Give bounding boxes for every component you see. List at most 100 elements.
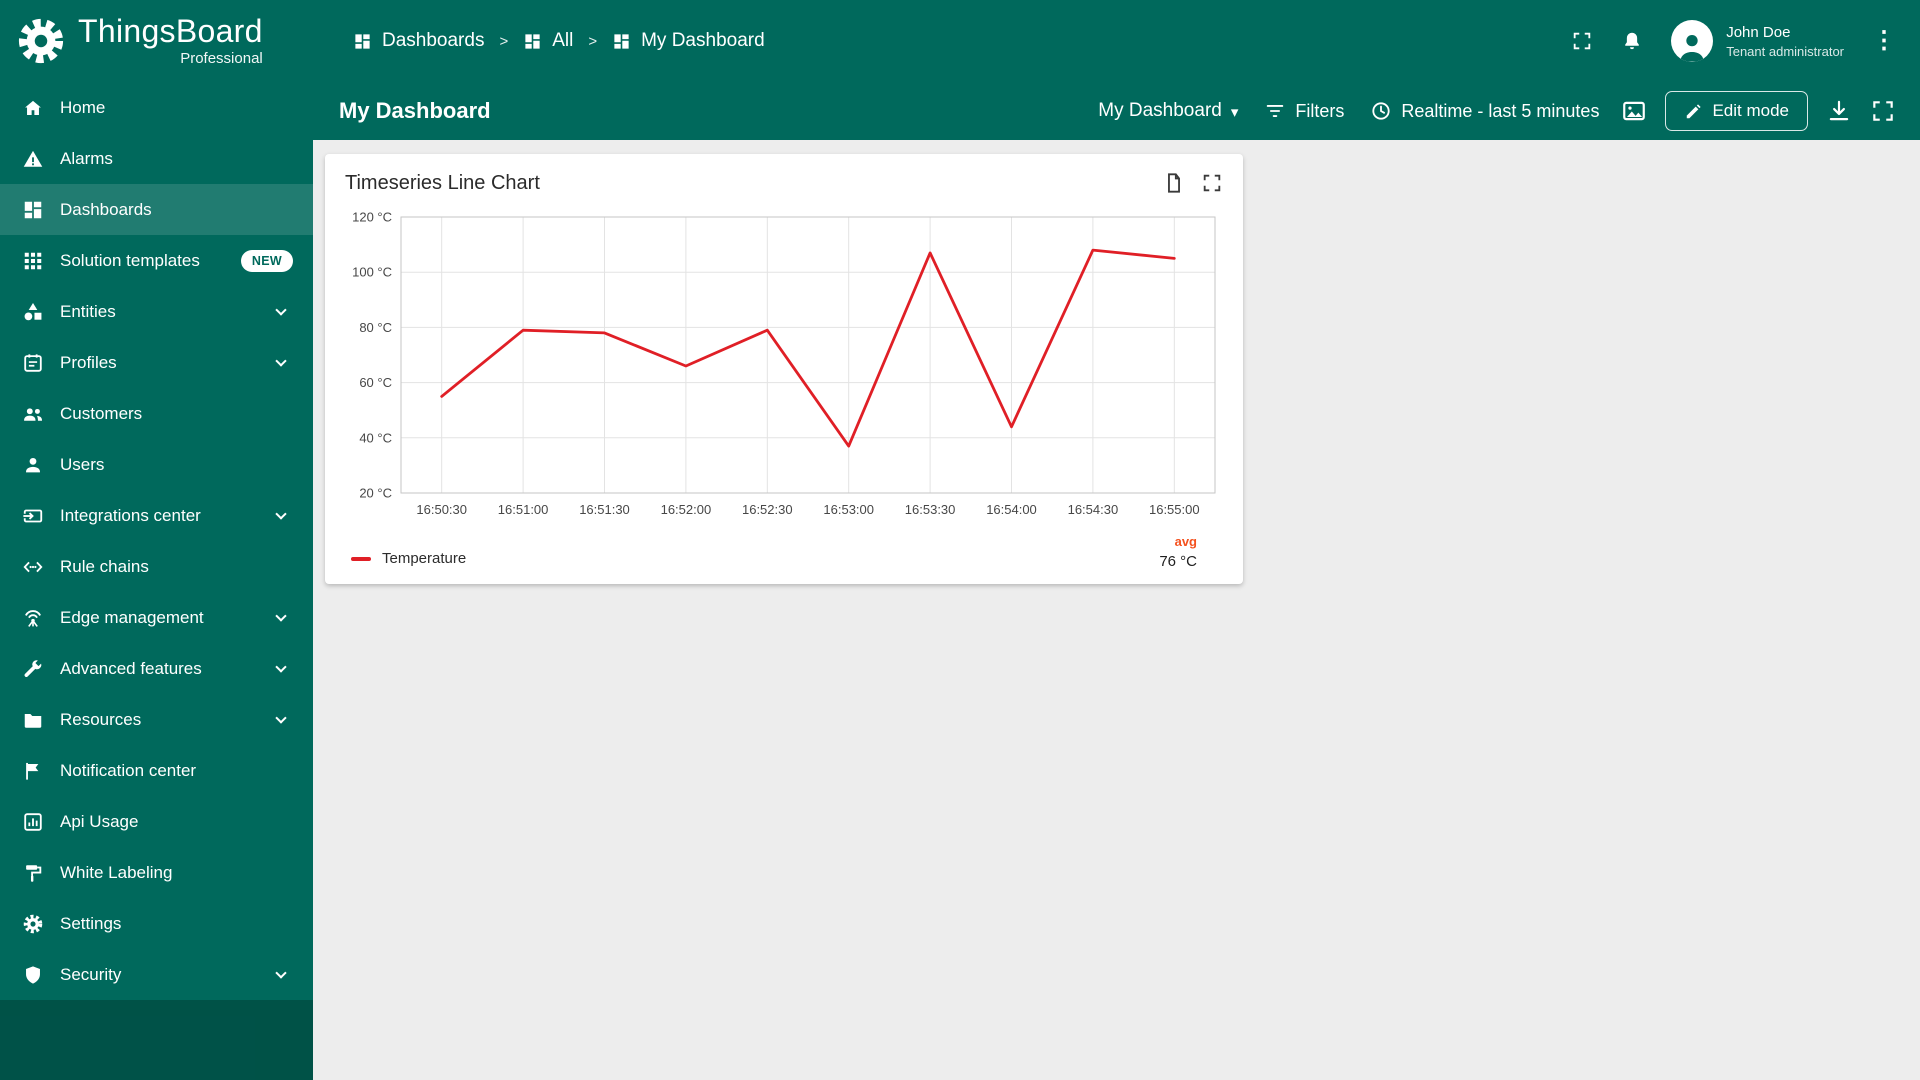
fullscreen-icon: [1203, 174, 1221, 192]
aggregation-value: 76 °C: [1159, 553, 1197, 570]
edit-mode-button[interactable]: Edit mode: [1665, 91, 1808, 131]
widget-fullscreen-button[interactable]: [1201, 172, 1223, 194]
breadcrumb-item-all[interactable]: All: [523, 30, 573, 52]
image-gallery-button[interactable]: [1621, 98, 1647, 124]
sidebar-item-home[interactable]: Home: [0, 82, 313, 133]
widget-export-button[interactable]: [1163, 172, 1185, 194]
sidebar-item-label: Security: [60, 964, 122, 984]
more-menu-button[interactable]: ⋮: [1872, 29, 1896, 53]
integrations-icon: [23, 509, 43, 522]
app-name: ThingsBoard: [78, 13, 263, 49]
sidebar-item-dashboards[interactable]: Dashboards: [0, 184, 313, 235]
sidebar-item-api-usage[interactable]: Api Usage: [0, 796, 313, 847]
warning-icon: [23, 150, 43, 167]
home-icon: [25, 100, 41, 115]
user-icon: [26, 457, 40, 472]
svg-text:16:52:00: 16:52:00: [661, 502, 712, 517]
filters-button[interactable]: Filters: [1260, 94, 1348, 128]
breadcrumb-label: My Dashboard: [641, 30, 765, 51]
dashboard-state-select[interactable]: My Dashboard ▾: [1094, 94, 1242, 128]
breadcrumb-item-my-dashboard[interactable]: My Dashboard: [612, 30, 765, 52]
svg-text:16:53:00: 16:53:00: [823, 502, 874, 517]
dashboards-icon: [614, 33, 629, 49]
fullscreen-icon: [1873, 101, 1893, 121]
user-menu[interactable]: John Doe Tenant administrator: [1671, 20, 1844, 62]
sidebar-item-label: Solution templates: [60, 250, 200, 270]
sidebar-item-customers[interactable]: Customers: [0, 388, 313, 439]
app-logo[interactable]: ThingsBoard Professional: [0, 0, 313, 82]
widget-header: Timeseries Line Chart: [345, 172, 1223, 195]
shield-icon: [26, 965, 40, 984]
download-button[interactable]: [1826, 98, 1852, 124]
sidebar: ThingsBoard Professional Home Alarms Das…: [0, 0, 313, 1080]
api-usage-icon: [24, 812, 42, 831]
breadcrumb-label: All: [552, 30, 574, 51]
sidebar-item-entities[interactable]: Entities: [0, 286, 313, 337]
chevron-down-icon: [275, 610, 287, 622]
dashboard-title: My Dashboard: [339, 98, 491, 123]
sidebar-item-solution-templates[interactable]: Solution templates NEW: [0, 235, 313, 286]
timewindow-button[interactable]: Realtime - last 5 minutes: [1366, 94, 1603, 128]
svg-text:16:52:30: 16:52:30: [742, 502, 793, 517]
dashboard-content: Timeseries Line Chart 16:50:30 16:51:00 16…: [313, 140, 1920, 1080]
timewindow-label: Realtime - last 5 minutes: [1401, 100, 1600, 121]
legend-item-temperature[interactable]: Temperature: [351, 550, 466, 570]
sidebar-item-integrations-center[interactable]: Integrations center: [0, 490, 313, 541]
svg-text:80 °C: 80 °C: [359, 320, 392, 335]
aggregation-header: avg: [1174, 534, 1197, 549]
breadcrumb-separator: >: [499, 32, 509, 50]
rule-chains-icon: [23, 561, 43, 572]
gear-icon: [23, 914, 43, 933]
svg-text:16:51:00: 16:51:00: [498, 502, 549, 517]
svg-text:60 °C: 60 °C: [359, 375, 392, 390]
sidebar-nav: Home Alarms Dashboards Solution template…: [0, 82, 313, 1000]
svg-text:40 °C: 40 °C: [359, 430, 392, 445]
sidebar-item-profiles[interactable]: Profiles: [0, 337, 313, 388]
dashboard-controls: My Dashboard ▾ Filters Realtime - last 5…: [1094, 91, 1896, 131]
sidebar-item-label: Entities: [60, 301, 116, 321]
sidebar-item-security[interactable]: Security: [0, 949, 313, 1000]
sidebar-item-alarms[interactable]: Alarms: [0, 133, 313, 184]
sidebar-item-white-labeling[interactable]: White Labeling: [0, 847, 313, 898]
widget-title: Timeseries Line Chart: [345, 172, 540, 194]
avatar: [1671, 20, 1714, 62]
svg-text:16:55:00: 16:55:00: [1149, 502, 1200, 517]
sidebar-item-users[interactable]: Users: [0, 439, 313, 490]
bell-icon: [1625, 32, 1640, 50]
new-badge: NEW: [240, 249, 293, 272]
sidebar-item-label: Profiles: [60, 352, 117, 372]
toolbar-fullscreen-button[interactable]: [1870, 98, 1896, 124]
svg-text:100 °C: 100 °C: [352, 265, 392, 280]
chevron-down-icon: [275, 712, 287, 724]
timeseries-widget: Timeseries Line Chart 16:50:30 16:51:00 16…: [325, 154, 1243, 584]
sidebar-item-settings[interactable]: Settings: [0, 898, 313, 949]
sidebar-item-notification-center[interactable]: Notification center: [0, 745, 313, 796]
breadcrumb-item-dashboards[interactable]: Dashboards: [353, 30, 484, 52]
dashboard-state-label: My Dashboard: [1098, 100, 1222, 121]
profiles-icon: [24, 353, 42, 372]
dashboard-toolbar: My Dashboard My Dashboard ▾ Filters Real…: [313, 82, 1920, 140]
flag-icon: [26, 762, 39, 780]
breadcrumb-separator: >: [588, 32, 598, 50]
legend-aggregation: avg 76 °C: [1159, 534, 1197, 570]
fullscreen-icon: [1573, 32, 1591, 50]
edge-antenna-icon: [25, 609, 41, 627]
sidebar-item-rule-chains[interactable]: Rule chains: [0, 541, 313, 592]
svg-text:16:54:00: 16:54:00: [986, 502, 1037, 517]
sidebar-item-edge-management[interactable]: Edge management: [0, 592, 313, 643]
sidebar-item-advanced-features[interactable]: Advanced features: [0, 643, 313, 694]
edit-mode-label: Edit mode: [1712, 101, 1789, 120]
breadcrumb: Dashboards > All > My Dashboard: [353, 30, 765, 52]
thingsboard-logo-icon: [18, 18, 64, 64]
pencil-icon: [1687, 103, 1702, 118]
header-actions: John Doe Tenant administrator ⋮: [1571, 20, 1896, 62]
notifications-button[interactable]: [1621, 30, 1643, 52]
image-icon: [1623, 101, 1646, 121]
user-name: John Doe: [1726, 23, 1791, 41]
paint-roller-icon: [26, 864, 42, 882]
sidebar-item-resources[interactable]: Resources: [0, 694, 313, 745]
widget-actions: [1163, 172, 1223, 194]
caret-down-icon: ▾: [1230, 104, 1239, 121]
sidebar-item-label: Alarms: [60, 148, 113, 168]
fullscreen-button[interactable]: [1571, 30, 1593, 52]
